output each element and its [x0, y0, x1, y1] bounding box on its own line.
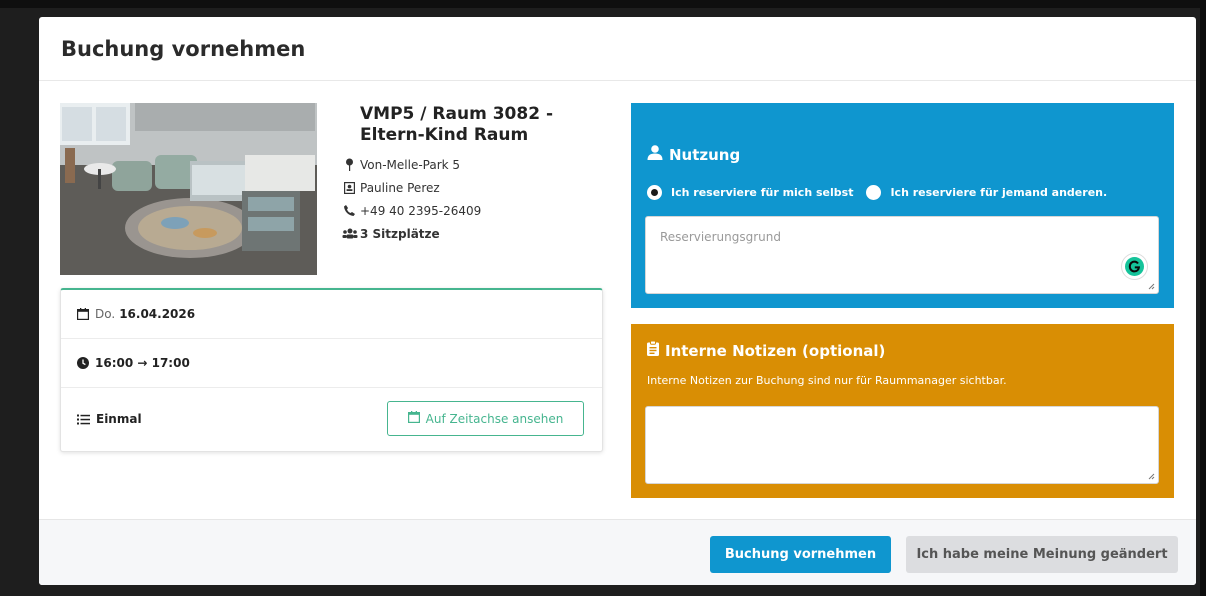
modal-title: Buchung vornehmen: [61, 37, 306, 61]
usage-heading: Nutzung: [647, 145, 740, 164]
notes-heading-text: Interne Notizen (optional): [665, 341, 886, 360]
phone-icon: [339, 204, 360, 217]
booking-time: 16:00 → 17:00: [95, 356, 190, 370]
notes-info-text: Interne Notizen zur Buchung sind nur für…: [647, 374, 1007, 387]
internal-notes-panel: Interne Notizen (optional) Interne Notiz…: [631, 324, 1174, 498]
reservation-for-options: Ich reserviere für mich selbst Ich reser…: [647, 185, 1120, 200]
confirm-booking-button[interactable]: Buchung vornehmen: [710, 536, 891, 573]
booking-date-row: Do. 16.04.2026: [61, 290, 602, 339]
resize-grip-icon[interactable]: [1147, 472, 1155, 480]
room-phone-row: +49 40 2395-26409: [339, 199, 619, 222]
booking-time-row: 16:00 → 17:00: [61, 339, 602, 388]
radio-selected-dot: [651, 189, 658, 196]
usage-panel: Nutzung Ich reserviere für mich selbst I…: [631, 103, 1174, 308]
calendar-icon: [407, 411, 420, 426]
cancel-booking-button[interactable]: Ich habe meine Meinung geändert: [906, 536, 1178, 573]
radio-other[interactable]: [866, 185, 882, 200]
booking-recurrence-row: Einmal Auf Zeitachse ansehen: [61, 388, 602, 450]
internal-notes-input[interactable]: [645, 406, 1159, 484]
room-contact: Pauline Perez: [360, 180, 440, 195]
room-photo-illustration: [60, 103, 317, 275]
booking-day-of-week: Do.: [95, 307, 116, 321]
clipboard-icon: [647, 340, 659, 360]
view-timeline-button[interactable]: Auf Zeitachse ansehen: [387, 401, 584, 436]
room-seats: 3 Sitzplätze: [360, 226, 440, 241]
view-timeline-label: Auf Zeitachse ansehen: [425, 411, 564, 426]
room-contact-row: Pauline Perez: [339, 176, 619, 199]
booking-date: 16.04.2026: [119, 307, 196, 321]
user-icon: [647, 145, 663, 164]
room-photo: [60, 103, 317, 275]
calendar-icon: [77, 308, 89, 320]
usage-heading-text: Nutzung: [669, 145, 741, 164]
clock-icon: [77, 357, 89, 369]
radio-self[interactable]: [647, 185, 662, 200]
room-info: VMP5 / Raum 3082 - Eltern-Kind Raum Von-…: [339, 104, 619, 245]
booking-recurrence: Einmal: [96, 412, 142, 426]
booking-modal: Buchung vornehmen VMP5 / Raum 3082 - Elt…: [39, 17, 1196, 585]
contact-card-icon: [339, 181, 360, 194]
room-seats-row: 3 Sitzplätze: [339, 222, 619, 245]
room-details: Von-Melle-Park 5 Pauline Perez +49 40 23…: [339, 153, 619, 245]
list-icon: [77, 414, 90, 425]
backdrop-right: [1200, 0, 1206, 596]
modal-body: VMP5 / Raum 3082 - Eltern-Kind Raum Von-…: [39, 81, 1196, 519]
backdrop-top: [0, 0, 1206, 8]
resize-grip-icon[interactable]: [1147, 282, 1155, 290]
room-address: Von-Melle-Park 5: [360, 157, 461, 172]
room-address-row: Von-Melle-Park 5: [339, 153, 619, 176]
users-icon: [339, 228, 360, 239]
radio-other-label[interactable]: Ich reserviere für jemand anderen.: [890, 186, 1107, 199]
reservation-reason-input[interactable]: Reservierungsgrund: [645, 216, 1159, 294]
modal-footer: Buchung vornehmen Ich habe meine Meinung…: [39, 519, 1196, 585]
radio-self-label[interactable]: Ich reserviere für mich selbst: [671, 186, 853, 199]
booking-details-card: Do. 16.04.2026 16:00 → 17:00 Einmal Auf …: [60, 288, 603, 452]
reservation-reason-placeholder: Reservierungsgrund: [660, 230, 781, 244]
map-pin-icon: [339, 158, 360, 171]
room-phone: +49 40 2395-26409: [360, 203, 482, 218]
modal-header: Buchung vornehmen: [39, 17, 1196, 81]
notes-heading: Interne Notizen (optional): [647, 340, 886, 360]
room-name: VMP5 / Raum 3082 - Eltern-Kind Raum: [360, 104, 553, 145]
grammarly-icon[interactable]: [1121, 253, 1148, 280]
